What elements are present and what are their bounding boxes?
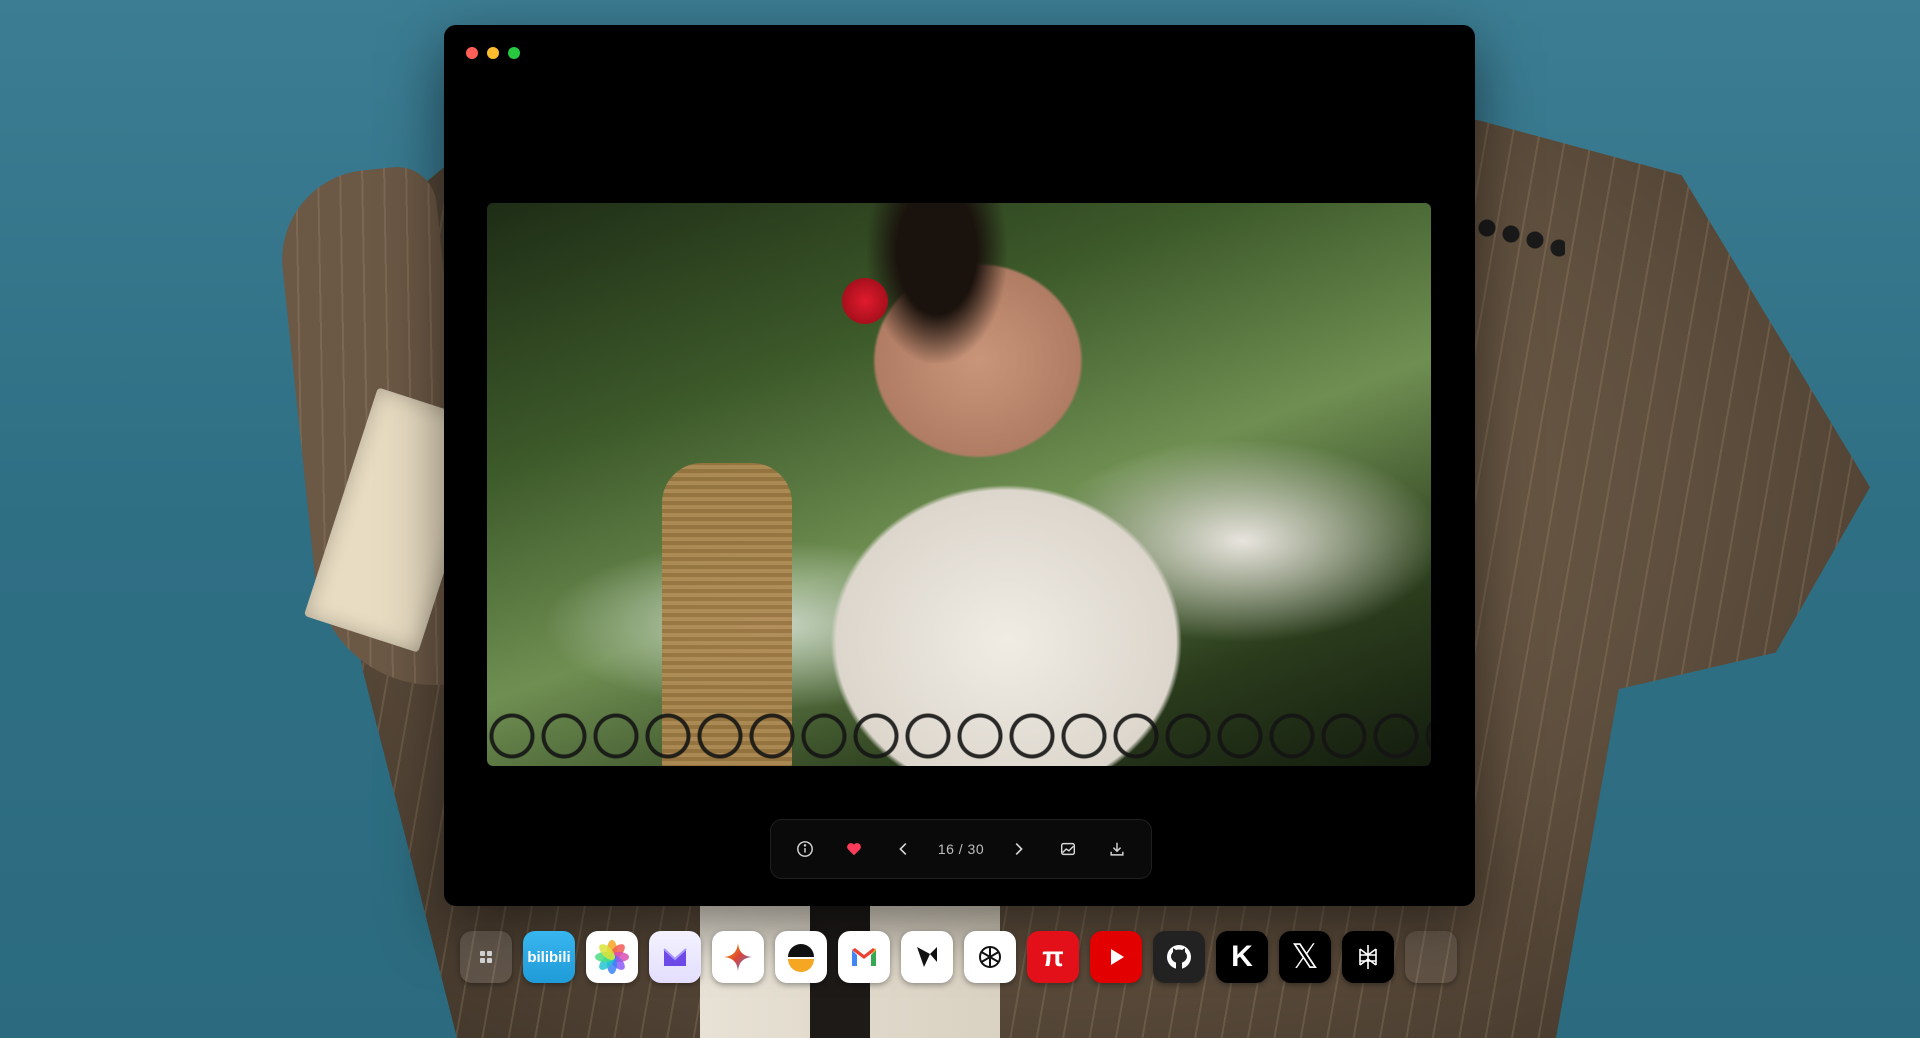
perplexity-lattice-icon bbox=[1359, 945, 1377, 969]
dock-app-perplexity-dark[interactable] bbox=[1342, 931, 1394, 983]
download-button[interactable] bbox=[1102, 834, 1132, 864]
previous-photo-button[interactable] bbox=[889, 834, 919, 864]
bilibili-logo-text: bilibili bbox=[527, 948, 571, 966]
dock-app-perplexity[interactable] bbox=[901, 931, 953, 983]
gmail-icon bbox=[852, 948, 876, 966]
openai-icon bbox=[979, 946, 1001, 968]
set-wallpaper-button[interactable] bbox=[1053, 834, 1083, 864]
dock-app-chatgpt[interactable] bbox=[964, 931, 1016, 983]
viewer-toolbar: 16 / 30 bbox=[770, 819, 1152, 879]
dock-app-photos[interactable] bbox=[586, 931, 638, 983]
x-logo-text: 𝕏 bbox=[1291, 938, 1319, 976]
photos-flower-icon bbox=[595, 940, 629, 974]
favorite-button[interactable] bbox=[839, 834, 869, 864]
image-icon bbox=[1060, 842, 1075, 856]
dock-app-bilibili[interactable]: bilibili bbox=[523, 931, 575, 983]
dock: bilibili π K 𝕏 bbox=[460, 926, 1457, 988]
photo-counter: 16 / 30 bbox=[937, 841, 985, 857]
dock-app-gmail[interactable] bbox=[838, 931, 890, 983]
dock-app-github[interactable] bbox=[1153, 931, 1205, 983]
kimi-logo-text: K bbox=[1231, 940, 1253, 973]
dock-app-youtube[interactable] bbox=[1090, 931, 1142, 983]
dock-app-mail[interactable] bbox=[649, 931, 701, 983]
current-photo bbox=[487, 203, 1431, 766]
next-photo-button[interactable] bbox=[1003, 834, 1033, 864]
half-circle-icon bbox=[788, 944, 814, 972]
dock-app-pi[interactable]: π bbox=[1027, 931, 1079, 983]
github-octocat-icon bbox=[1167, 945, 1191, 969]
heart-icon bbox=[847, 843, 862, 856]
photo-fence bbox=[487, 696, 1431, 766]
photo-viewer-window: 16 / 30 bbox=[444, 25, 1475, 906]
dock-app-launchpad[interactable] bbox=[460, 931, 512, 983]
info-icon bbox=[797, 841, 814, 857]
mail-m-icon bbox=[663, 948, 687, 966]
chevron-right-icon bbox=[1015, 843, 1024, 855]
photo-red-flower bbox=[842, 278, 888, 324]
maximize-window-button[interactable] bbox=[508, 47, 520, 59]
dock-app-gemini[interactable] bbox=[712, 931, 764, 983]
info-button[interactable] bbox=[790, 834, 820, 864]
perplexity-icon bbox=[917, 947, 937, 967]
play-icon bbox=[1111, 949, 1124, 965]
chevron-left-icon bbox=[898, 843, 906, 855]
pi-logo-text: π bbox=[1042, 941, 1064, 972]
close-window-button[interactable] bbox=[466, 47, 478, 59]
dock-app-stocks-widget[interactable] bbox=[775, 931, 827, 983]
download-icon bbox=[1110, 842, 1124, 856]
window-controls bbox=[466, 47, 520, 59]
dock-app-x[interactable]: 𝕏 bbox=[1279, 931, 1331, 983]
minimize-window-button[interactable] bbox=[487, 47, 499, 59]
wallpaper-sleeve-buttons bbox=[1475, 218, 1565, 258]
photo-subject-hair bbox=[867, 203, 1007, 363]
dock-app-placeholder[interactable] bbox=[1405, 931, 1457, 983]
gemini-star-icon bbox=[724, 943, 752, 971]
grid-icon bbox=[480, 951, 492, 963]
dock-app-kimi[interactable]: K bbox=[1216, 931, 1268, 983]
